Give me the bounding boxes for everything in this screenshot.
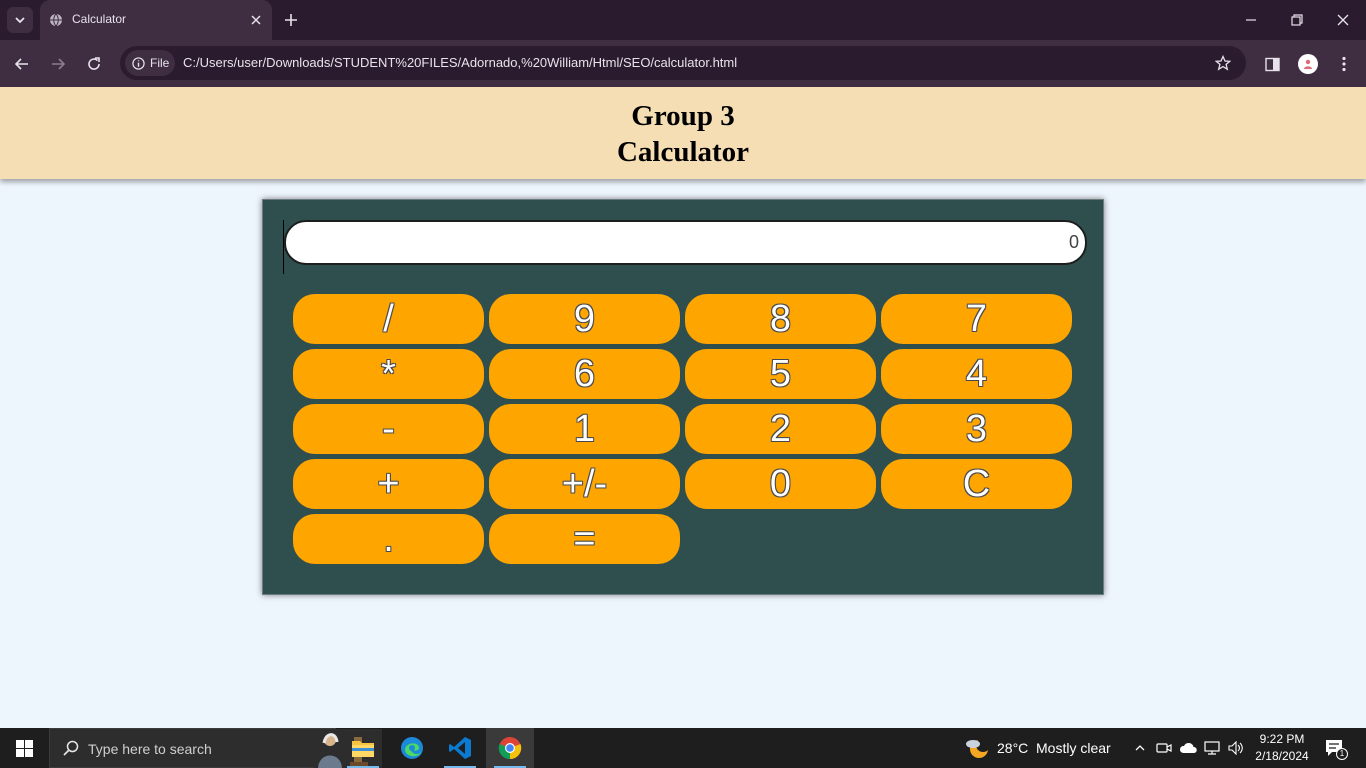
calc-key[interactable]: .	[293, 514, 484, 564]
speaker-icon	[1228, 741, 1243, 755]
calc-key[interactable]: /	[293, 294, 484, 344]
calc-key[interactable]: 9	[489, 294, 680, 344]
reload-button[interactable]	[81, 51, 107, 77]
clock-time: 9:22 PM	[1259, 732, 1305, 746]
taskbar-chrome[interactable]	[486, 728, 534, 768]
calculator-keypad: /9 8 7 * 6 5 4 -1 2 3 + +/- 0 C. =	[293, 294, 1072, 564]
search-icon	[63, 740, 79, 756]
tab-search-button[interactable]	[7, 7, 33, 33]
monitor-network-icon	[1204, 741, 1220, 755]
taskbar-file-explorer[interactable]	[339, 728, 387, 768]
tab-title: Calculator	[72, 12, 127, 26]
page-header: Group 3 Calculator	[0, 87, 1366, 179]
address-bar[interactable]: File C:/Users/user/Downloads/STUDENT%20F…	[120, 46, 1246, 80]
show-hidden-icons-button[interactable]	[1131, 739, 1149, 757]
calculator-display[interactable]	[284, 220, 1087, 265]
avatar	[1298, 54, 1318, 74]
calc-key[interactable]: 4	[881, 349, 1072, 399]
calc-key[interactable]: 2	[685, 404, 876, 454]
site-info-chip[interactable]: File	[125, 50, 175, 76]
page-title: Group 3 Calculator	[0, 87, 1366, 170]
chevron-down-icon	[15, 17, 25, 24]
forward-button[interactable]	[45, 51, 71, 77]
calculator: /987 *654 -123 ++/-0C.=	[262, 199, 1104, 595]
page-title-line1: Group 3	[631, 100, 735, 132]
chevron-up-icon	[1135, 745, 1145, 751]
meet-now-icon[interactable]	[1155, 739, 1173, 757]
vscode-icon	[449, 737, 471, 759]
notification-center-button[interactable]: 1	[1324, 739, 1348, 760]
restore-button[interactable]	[1274, 0, 1320, 40]
calc-key[interactable]: 6	[489, 349, 680, 399]
calc-key[interactable]: 0	[685, 459, 876, 509]
camera-icon	[1156, 743, 1172, 753]
close-icon	[1337, 14, 1349, 26]
calc-key[interactable]: 3	[881, 404, 1072, 454]
globe-icon	[50, 13, 62, 27]
notification-count-badge: 1	[1336, 748, 1348, 760]
taskbar-vscode[interactable]	[436, 728, 484, 768]
taskbar-search-box[interactable]: Type here to search	[49, 728, 382, 768]
taskbar: Type here to search 28°C Mostly clear 9:…	[0, 728, 1366, 768]
side-panel-button[interactable]	[1259, 51, 1285, 77]
folder-icon	[352, 741, 374, 757]
plus-icon	[285, 14, 297, 26]
browser-menu-button[interactable]	[1331, 51, 1357, 77]
calc-key[interactable]: +	[293, 459, 484, 509]
system-clock[interactable]: 9:22 PM 2/18/2024	[1250, 731, 1314, 765]
browser-toolbar: File C:/Users/user/Downloads/STUDENT%20F…	[0, 40, 1366, 87]
arrow-right-icon	[52, 58, 66, 70]
close-icon	[251, 15, 261, 25]
site-chip-label: File	[150, 56, 170, 70]
chrome-icon	[498, 737, 522, 760]
calc-key[interactable]: +/-	[489, 459, 680, 509]
calc-key[interactable]: -	[293, 404, 484, 454]
cloud-icon	[1179, 742, 1197, 753]
browser-tab-bar: Calculator	[0, 0, 1366, 40]
person-icon	[1304, 59, 1312, 69]
arrow-left-icon	[14, 58, 28, 70]
calc-key[interactable]: 1	[489, 404, 680, 454]
new-tab-button[interactable]	[280, 9, 302, 31]
profile-button[interactable]	[1295, 51, 1321, 77]
weather-condition[interactable]: Mostly clear	[1036, 740, 1111, 756]
more-vertical-icon	[1342, 56, 1346, 72]
calc-key[interactable]: C	[881, 459, 1072, 509]
minimize-button[interactable]	[1228, 0, 1274, 40]
network-icon[interactable]	[1203, 739, 1221, 757]
calc-key[interactable]: 5	[685, 349, 876, 399]
calc-key[interactable]: =	[489, 514, 680, 564]
browser-tab-calculator[interactable]: Calculator	[40, 0, 272, 40]
side-panel-icon	[1264, 57, 1280, 71]
calc-key[interactable]: 8	[685, 294, 876, 344]
reload-icon	[88, 57, 100, 70]
url-text[interactable]: C:/Users/user/Downloads/STUDENT%20FILES/…	[183, 55, 737, 70]
start-button[interactable]	[0, 728, 48, 768]
tab-close-button[interactable]	[247, 11, 265, 29]
bookmark-button[interactable]	[1212, 52, 1234, 74]
page-title-line2: Calculator	[616, 136, 750, 168]
onedrive-icon[interactable]	[1179, 739, 1197, 757]
windows-logo-icon	[15, 739, 33, 757]
info-icon	[132, 56, 145, 70]
calc-key[interactable]: 7	[881, 294, 1072, 344]
star-icon	[1215, 55, 1231, 71]
edge-icon	[401, 737, 423, 759]
clock-date: 2/18/2024	[1255, 749, 1309, 763]
volume-icon[interactable]	[1227, 739, 1245, 757]
weather-moon-cloud-icon[interactable]	[964, 735, 990, 761]
back-button[interactable]	[9, 51, 35, 77]
minimize-icon	[1246, 19, 1256, 21]
weather-temperature[interactable]: 28°C	[997, 740, 1028, 756]
restore-icon	[1291, 14, 1303, 26]
close-window-button[interactable]	[1320, 0, 1366, 40]
calc-key[interactable]: *	[293, 349, 484, 399]
search-placeholder: Type here to search	[88, 741, 212, 757]
taskbar-edge[interactable]	[388, 728, 436, 768]
